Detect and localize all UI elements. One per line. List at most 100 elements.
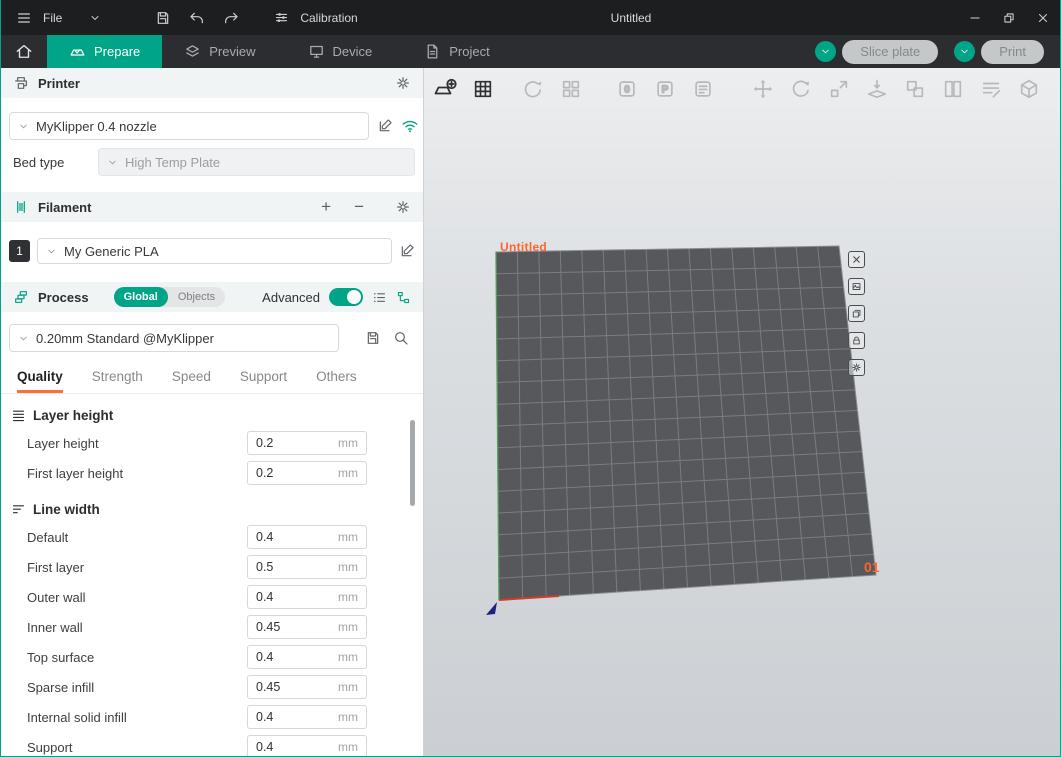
param-input-box[interactable]: mm	[247, 431, 367, 455]
viewport-3d[interactable]: Untitled 01	[424, 68, 1060, 757]
param-input[interactable]	[256, 436, 320, 450]
param-input-box[interactable]: mm	[247, 675, 367, 699]
scope-global-button[interactable]: Global	[114, 287, 168, 307]
edit-filament-icon[interactable]	[399, 243, 415, 259]
chevron-down-icon[interactable]	[82, 6, 108, 30]
param-input-box[interactable]: mm	[247, 555, 367, 579]
tab-preview[interactable]: Preview	[162, 35, 277, 68]
chevron-down-icon	[46, 246, 57, 257]
lay-on-face-button[interactable]	[864, 76, 890, 102]
tab-support[interactable]: Support	[240, 369, 287, 393]
process-preset-select[interactable]: 0.20mm Standard @MyKlipper	[9, 324, 339, 352]
maximize-button[interactable]	[992, 0, 1026, 35]
param-row: Internal solid infill mm	[1, 702, 423, 732]
minimize-button[interactable]	[958, 0, 992, 35]
build-plate[interactable]	[424, 68, 1060, 757]
plate-gear-icon[interactable]	[848, 359, 865, 376]
add-filament-button[interactable]: +	[321, 197, 331, 217]
plate-name-label[interactable]: Untitled	[500, 240, 547, 254]
param-input[interactable]	[256, 650, 320, 664]
param-input-box[interactable]: mm	[247, 461, 367, 485]
slice-plate-button[interactable]: Slice plate	[842, 40, 938, 64]
auto-orient-button[interactable]	[520, 76, 546, 102]
bed-type-select[interactable]: High Temp Plate	[98, 148, 415, 176]
structure-view-icon[interactable]	[396, 290, 411, 305]
print-button[interactable]: Print	[981, 40, 1044, 64]
param-input-box[interactable]: mm	[247, 645, 367, 669]
filament-slot-badge[interactable]: 1	[9, 240, 30, 262]
filament-preset-select[interactable]: My Generic PLA	[37, 238, 392, 264]
clone-plate-icon[interactable]	[848, 305, 865, 322]
param-label: Layer height	[27, 436, 99, 451]
tab-project[interactable]: Project	[402, 35, 511, 68]
arrange-objects-button[interactable]	[558, 76, 584, 102]
home-tab[interactable]	[1, 35, 47, 68]
param-row: Default mm	[1, 522, 423, 552]
advanced-toggle[interactable]	[329, 288, 363, 306]
process-section-title: Process	[38, 290, 89, 305]
calibration-button[interactable]: Calibration	[268, 6, 357, 30]
tab-strength[interactable]: Strength	[92, 369, 143, 393]
undo-button[interactable]	[184, 6, 210, 30]
edit-printer-icon[interactable]	[377, 118, 393, 134]
param-input[interactable]	[256, 530, 320, 544]
param-input-box[interactable]: mm	[247, 615, 367, 639]
tab-device[interactable]: Device	[286, 35, 395, 68]
param-input-box[interactable]: mm	[247, 525, 367, 549]
param-input-box[interactable]: mm	[247, 735, 367, 757]
plate-settings-icon[interactable]	[848, 278, 865, 295]
slice-dropdown-button[interactable]	[815, 41, 836, 62]
printer-settings-gear-icon[interactable]	[395, 75, 411, 91]
param-row: Top surface mm	[1, 642, 423, 672]
group-header-line-width[interactable]: Line width	[11, 496, 423, 522]
scope-objects-button[interactable]: Objects	[168, 291, 225, 303]
prepare-icon	[69, 43, 86, 60]
printer-preset-select[interactable]: MyKlipper 0.4 nozzle	[9, 112, 369, 140]
param-input[interactable]	[256, 710, 320, 724]
param-unit: mm	[338, 740, 358, 754]
object-list-button[interactable]	[690, 76, 716, 102]
delete-plate-icon[interactable]	[848, 251, 865, 268]
variable-layer-height-button[interactable]	[978, 76, 1004, 102]
tab-prepare[interactable]: Prepare	[47, 35, 162, 68]
param-input-box[interactable]: mm	[247, 705, 367, 729]
param-input[interactable]	[256, 680, 320, 694]
group-header-layer-height[interactable]: Layer height	[11, 402, 423, 428]
file-menu[interactable]: File	[11, 6, 108, 30]
param-input[interactable]	[256, 740, 320, 754]
mesh-boolean-button[interactable]	[1016, 76, 1042, 102]
tab-others[interactable]: Others	[316, 369, 357, 393]
scale-tool-button[interactable]	[826, 76, 852, 102]
split-to-objects-button[interactable]	[902, 76, 928, 102]
tab-speed[interactable]: Speed	[172, 369, 211, 393]
lock-plate-icon[interactable]	[848, 332, 865, 349]
save-preset-icon[interactable]	[365, 330, 381, 346]
param-input[interactable]	[256, 590, 320, 604]
param-input[interactable]	[256, 620, 320, 634]
close-button[interactable]	[1026, 0, 1060, 35]
filament-settings-gear-icon[interactable]	[395, 199, 411, 215]
paste-button[interactable]	[652, 76, 678, 102]
file-menu-label: File	[43, 11, 62, 25]
remove-filament-button[interactable]: −	[354, 197, 364, 217]
wifi-connection-icon[interactable]	[401, 117, 419, 135]
split-to-parts-button[interactable]	[940, 76, 966, 102]
add-plate-button[interactable]	[432, 76, 458, 102]
param-input[interactable]	[256, 466, 320, 480]
search-settings-icon[interactable]	[393, 330, 409, 346]
tab-quality[interactable]: Quality	[17, 369, 63, 393]
param-row: Layer height mm	[1, 428, 423, 458]
rotate-tool-button[interactable]	[788, 76, 814, 102]
viewport-toolbar	[432, 76, 1060, 102]
redo-button[interactable]	[218, 6, 244, 30]
print-dropdown-button[interactable]	[954, 41, 975, 62]
text-tool-button[interactable]	[1054, 76, 1060, 102]
param-input-box[interactable]: mm	[247, 585, 367, 609]
param-input[interactable]	[256, 560, 320, 574]
move-tool-button[interactable]	[750, 76, 776, 102]
arrange-all-plates-button[interactable]	[470, 76, 496, 102]
list-view-icon[interactable]	[372, 290, 387, 305]
save-button[interactable]	[150, 6, 176, 30]
fill-bed-button[interactable]	[614, 76, 640, 102]
sidebar-scrollbar[interactable]	[410, 420, 415, 506]
